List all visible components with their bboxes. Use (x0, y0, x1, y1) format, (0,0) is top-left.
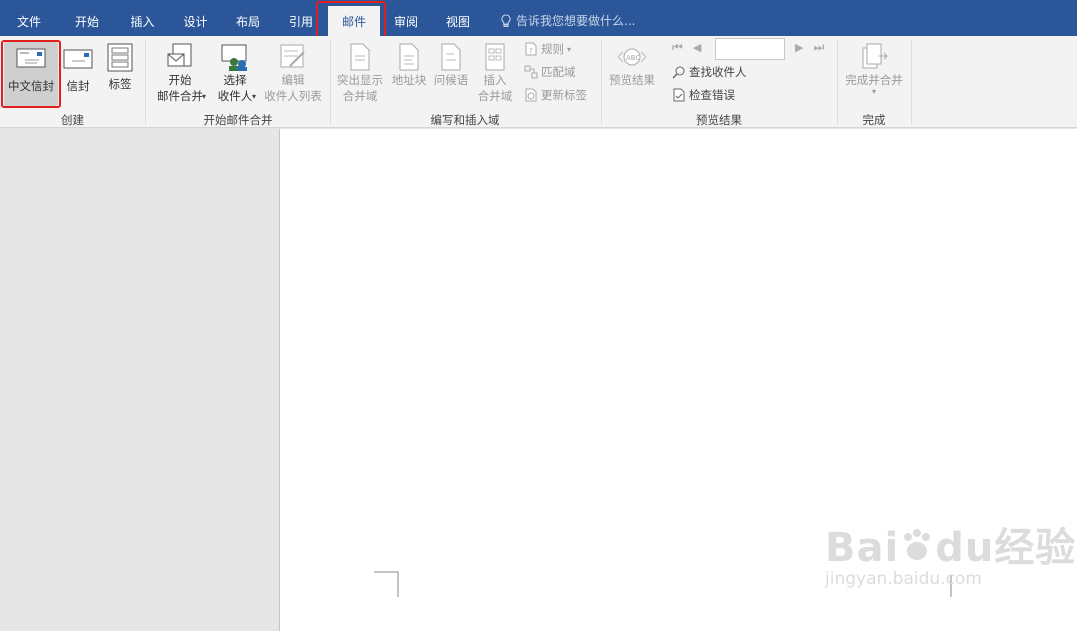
tell-me-text: 告诉我您想要做什么... (516, 14, 636, 28)
start-mail-merge-button[interactable]: 开始 邮件合并 (150, 42, 210, 108)
edit-recipient-list-label-1: 编辑 (281, 73, 305, 87)
chevron-down-icon: ▾ (252, 92, 257, 101)
group-write-insert-label: 编写和插入域 (430, 113, 500, 127)
address-block-label: 地址块 (391, 73, 427, 87)
tab-view[interactable]: 视图 (432, 6, 484, 36)
find-recipient-button[interactable]: 查找收件人 (672, 64, 747, 80)
ribbon-panel: 中文信封 信封 标签 创建 开始 邮件合并 ▾ 选择 收件人 ▾ 编辑 收件人列… (0, 36, 1077, 128)
greeting-line-icon (441, 43, 461, 71)
envelope-icon (63, 49, 93, 69)
record-navigation-next: ▶ ⏭ (795, 40, 824, 55)
margin-corner-mark (374, 571, 399, 597)
watermark-brand-2: du (935, 525, 995, 571)
paw-icon (904, 529, 931, 560)
highlight-fields-label-2: 合并域 (342, 89, 378, 103)
address-block-icon (399, 43, 419, 71)
lightbulb-icon (501, 13, 511, 27)
insert-merge-field-icon (485, 43, 505, 71)
insert-merge-field-label-2: 合并域 (477, 89, 513, 103)
highlight-fields-label-1: 突出显示 (337, 73, 383, 87)
next-record-icon[interactable]: ▶ (795, 41, 803, 54)
group-preview-label: 预览结果 (696, 113, 742, 127)
svg-text:?: ? (529, 47, 533, 55)
check-errors-icon (673, 88, 685, 102)
group-create-label: 创建 (61, 113, 84, 127)
match-fields-button[interactable]: 匹配域 (524, 64, 576, 80)
preview-results-label: 预览结果 (609, 73, 655, 87)
insert-merge-field-button[interactable]: 插入 合并域 (472, 42, 518, 108)
labels-button[interactable]: 标签 (102, 42, 138, 106)
edit-recipient-list-label-2: 收件人列表 (264, 89, 322, 103)
update-labels-icon (525, 88, 537, 102)
select-recipients-label-1: 选择 (223, 73, 247, 87)
last-record-icon[interactable]: ⏭ (813, 40, 824, 55)
start-mail-merge-icon (167, 43, 192, 67)
chinese-envelope-highlight (1, 40, 61, 108)
tab-insert[interactable]: 插入 (116, 6, 169, 36)
ribbon-tabs: 文件 开始 插入 设计 布局 引用 邮件 审阅 视图 (0, 6, 484, 36)
finish-merge-button[interactable]: 完成并合并 ▾ (842, 42, 906, 108)
tab-layout[interactable]: 布局 (222, 6, 274, 36)
envelope-label: 信封 (66, 79, 90, 93)
check-errors-label: 检查错误 (689, 88, 735, 102)
match-fields-icon (524, 65, 538, 79)
finish-merge-label: 完成并合并 (845, 73, 903, 87)
rules-icon: ? (525, 42, 537, 56)
rules-label: 规则 (541, 42, 564, 56)
first-record-icon[interactable]: ⏮ (672, 40, 683, 55)
update-labels-button[interactable]: 更新标签 (524, 87, 587, 103)
tab-file[interactable]: 文件 (0, 6, 58, 36)
select-recipients-icon (221, 44, 247, 71)
update-labels-label: 更新标签 (541, 88, 587, 102)
address-block-button[interactable]: 地址块 (389, 42, 429, 108)
edit-recipient-list-button[interactable]: 编辑 收件人列表 (262, 42, 324, 108)
record-navigation: ⏮ ◀ (672, 40, 701, 55)
labels-icon (107, 43, 133, 72)
tab-review[interactable]: 审阅 (380, 6, 432, 36)
finish-merge-icon (862, 43, 888, 69)
check-errors-button[interactable]: 检查错误 (672, 87, 735, 103)
baidu-watermark: Bai du经验 jingyan.baidu.com (825, 515, 1076, 589)
labels-label: 标签 (108, 77, 132, 91)
document-background (0, 129, 279, 631)
chevron-down-icon: ▾ (871, 87, 876, 96)
group-finish-label: 完成 (862, 113, 886, 127)
svg-text:ABC: ABC (626, 54, 640, 62)
find-recipient-label: 查找收件人 (689, 65, 747, 79)
group-separator (911, 40, 912, 124)
greeting-line-label: 问候语 (433, 73, 469, 87)
group-start-merge-label: 开始邮件合并 (203, 113, 273, 127)
previous-record-icon[interactable]: ◀ (693, 41, 701, 54)
preview-results-button[interactable]: ABC 预览结果 (604, 42, 660, 108)
watermark-brand-3: 经验 (994, 525, 1077, 571)
find-recipient-icon (672, 66, 685, 79)
edit-recipient-list-icon (280, 44, 305, 68)
insert-merge-field-label-1: 插入 (483, 73, 507, 87)
chevron-down-icon: ▾ (202, 92, 207, 101)
start-mail-merge-label-2: 邮件合并 (157, 89, 203, 103)
start-mail-merge-label-1: 开始 (168, 73, 192, 87)
tab-home[interactable]: 开始 (58, 6, 116, 36)
preview-results-icon: ABC (617, 48, 647, 66)
greeting-line-button[interactable]: 问候语 (431, 42, 471, 108)
highlight-merge-fields-button[interactable]: 突出显示 合并域 (333, 42, 387, 108)
select-recipients-label-2: 收件人 (217, 89, 253, 103)
envelope-button[interactable]: 信封 (62, 42, 94, 106)
rules-button[interactable]: ? 规则 ▾ (524, 41, 571, 57)
tell-me-box[interactable]: 告诉我您想要做什么... (500, 12, 635, 29)
record-number-input[interactable] (715, 38, 785, 60)
highlight-fields-icon (350, 43, 370, 71)
match-fields-label: 匹配域 (541, 65, 576, 79)
tab-design[interactable]: 设计 (169, 6, 222, 36)
watermark-brand: Bai (825, 525, 900, 571)
